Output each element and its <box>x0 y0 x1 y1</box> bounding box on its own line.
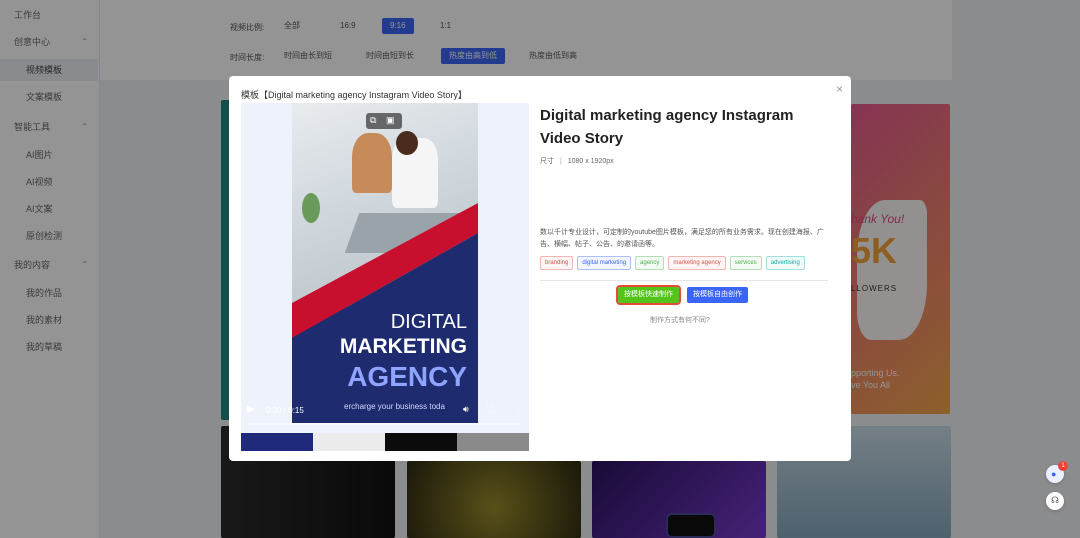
chat-button[interactable]: ● 1 <box>1046 461 1068 483</box>
chat-icon: ● <box>1051 469 1057 479</box>
poster-headline-2: MARKETING <box>339 335 467 358</box>
template-description: 数以千计专业设计，可定制的youtube图片模板，满足您的所有业务需求。现在创建… <box>540 229 824 248</box>
fullscreen-icon[interactable]: ⛶ <box>487 404 493 415</box>
quick-create-button[interactable]: 按模板快速制作 <box>616 285 681 305</box>
poster-headline-3: AGENCY <box>347 361 467 392</box>
template-title: Digital marketing agency Instagram Video… <box>540 107 794 147</box>
headset-icon: ☊ <box>1051 495 1059 505</box>
template-size: 尺寸 | 1080 x 1920px <box>540 158 614 165</box>
more-options-icon[interactable]: ⋮ <box>514 404 523 415</box>
picture-in-picture-icon[interactable]: ⧉ <box>370 115 376 126</box>
poster-headline-1: DIGITAL <box>390 311 467 333</box>
video-progress-bar[interactable] <box>249 423 521 425</box>
video-time: 0:00 / 0:15 <box>266 406 304 415</box>
tag[interactable]: advertising <box>765 256 805 270</box>
color-swatches <box>241 433 529 451</box>
color-swatch[interactable] <box>313 433 385 451</box>
color-swatch[interactable] <box>385 433 457 451</box>
support-button[interactable]: ☊ <box>1046 492 1064 510</box>
video-poster: DIGITAL MARKETING AGENCY ercharge your b… <box>292 103 478 423</box>
cast-icon[interactable]: ▣ <box>386 115 395 126</box>
size-value: 1080 x 1920px <box>567 158 614 165</box>
video-player[interactable]: DIGITAL MARKETING AGENCY ercharge your b… <box>241 103 529 451</box>
size-label: 尺寸 <box>540 158 554 165</box>
tag[interactable]: digital marketing <box>577 256 632 270</box>
video-controls: ▶ 0:00 / 0:15 🔊︎ ⛶ ⋮ <box>241 398 529 425</box>
free-create-button[interactable]: 按模板自由创作 <box>687 287 748 303</box>
tag[interactable]: agency <box>635 256 665 270</box>
tag[interactable]: branding <box>540 256 574 270</box>
divider <box>540 280 828 281</box>
close-icon[interactable]: × <box>836 82 843 96</box>
tag[interactable]: marketing agency <box>668 256 726 270</box>
color-swatch[interactable] <box>241 433 313 451</box>
modal-title: 模板【Digital marketing agency Instagram Vi… <box>241 90 467 100</box>
notification-badge: 1 <box>1058 461 1068 471</box>
template-modal: 模板【Digital marketing agency Instagram Vi… <box>229 76 851 461</box>
tag[interactable]: services <box>729 256 762 270</box>
video-overlay-controls[interactable]: ⧉ ▣ <box>366 113 402 129</box>
play-icon[interactable]: ▶ <box>247 404 255 415</box>
difference-link[interactable]: 制作方式有何不同? <box>650 315 710 325</box>
volume-icon[interactable]: 🔊︎ <box>463 404 469 415</box>
color-swatch[interactable] <box>457 433 529 451</box>
tag-list: branding digital marketing agency market… <box>540 256 805 270</box>
